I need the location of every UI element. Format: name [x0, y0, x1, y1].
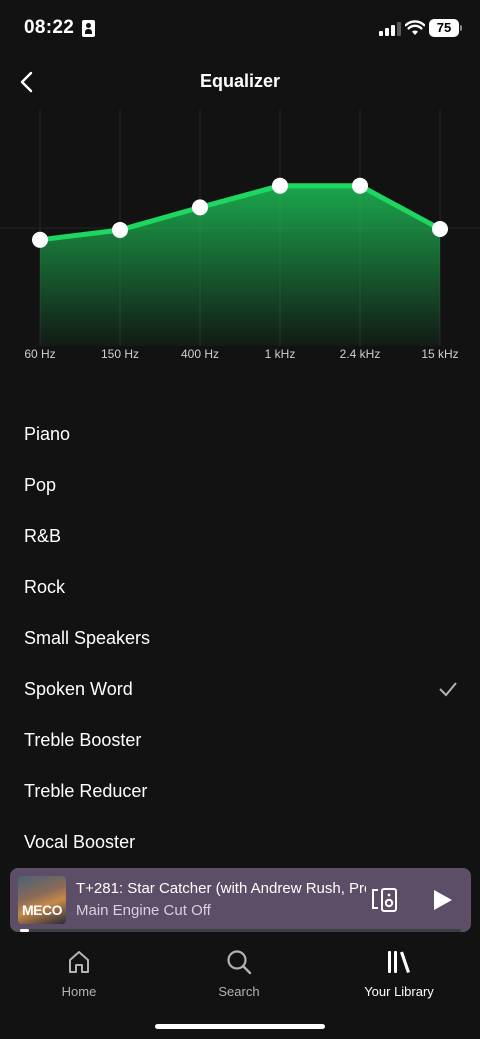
page-title: Equalizer: [199, 71, 281, 91]
tab-label: Home: [61, 984, 97, 999]
connect-device-button[interactable]: [370, 886, 400, 914]
eq-band-label: 150 Hz: [101, 347, 139, 361]
preset-label: R&B: [24, 526, 62, 546]
preset-item[interactable]: Rock: [0, 562, 480, 613]
preset-item[interactable]: Treble Reducer: [0, 766, 480, 817]
home-icon: [69, 951, 89, 973]
preset-label: Small Speakers: [24, 628, 151, 648]
album-art-text: MECO: [22, 902, 63, 918]
equalizer-chart[interactable]: 60 Hz 150 Hz 400 Hz 1 kHz 2.4 kHz 15 kHz: [0, 108, 480, 378]
play-button[interactable]: [430, 888, 454, 912]
eq-band-label: 1 kHz: [265, 347, 296, 361]
playback-progress-fill: [20, 929, 29, 932]
preset-label: Piano: [24, 424, 71, 444]
header: Equalizer: [0, 56, 480, 108]
checkmark-icon: [439, 682, 457, 697]
eq-band-label: 400 Hz: [181, 347, 219, 361]
tab-your-library[interactable]: Your Library: [339, 948, 459, 1008]
eq-band-handle[interactable]: [352, 177, 368, 194]
tab-label: Your Library: [364, 984, 434, 999]
library-icon: [388, 951, 410, 973]
preset-item[interactable]: Piano: [0, 409, 480, 460]
eq-band-label: 60 Hz: [24, 347, 55, 361]
play-icon: [434, 890, 452, 910]
eq-band-handle[interactable]: [272, 177, 288, 194]
speaker-device-icon: [372, 888, 397, 912]
equalizer-area: [40, 185, 440, 346]
eq-band-handle[interactable]: [192, 199, 208, 216]
battery-indicator: 75: [429, 19, 459, 37]
preset-item[interactable]: Small Speakers: [0, 613, 480, 664]
preset-label: Spoken Word: [24, 679, 133, 699]
preset-list: Piano Pop R&B Rock Small Speakers Spoken Word…: [0, 409, 480, 868]
eq-band-handle[interactable]: [112, 221, 128, 238]
preset-item[interactable]: Spoken Word: [0, 664, 480, 715]
home-indicator: [155, 1024, 325, 1029]
search-icon: [227, 950, 252, 975]
wifi-icon: [405, 20, 425, 35]
mini-player[interactable]: MECO T+281: Star Catcher (with Andrew Ru…: [10, 868, 471, 932]
signal-icon: [379, 22, 401, 36]
preset-label: Treble Reducer: [24, 781, 148, 801]
preset-label: Pop: [24, 475, 57, 495]
battery-nub: [460, 25, 462, 31]
album-art[interactable]: MECO: [18, 876, 66, 924]
track-title: T+281: Star Catcher (with Andrew Rush, P…: [76, 880, 366, 897]
playback-progress[interactable]: [20, 929, 461, 932]
preset-item[interactable]: Pop: [0, 460, 480, 511]
eq-band-handle[interactable]: [32, 231, 48, 248]
status-time: 08:22: [24, 17, 75, 38]
eq-band-label: 15 kHz: [421, 347, 458, 361]
preset-label: Treble Booster: [24, 730, 142, 750]
track-artist: Main Engine Cut Off: [76, 902, 211, 919]
tab-label: Search: [218, 984, 260, 999]
contact-card-icon: [82, 20, 95, 37]
preset-label: Vocal Booster: [24, 832, 136, 852]
eq-band-label: 2.4 kHz: [340, 347, 381, 361]
tab-search[interactable]: Search: [179, 948, 299, 1008]
status-bar: 08:22 75: [0, 0, 480, 56]
preset-item[interactable]: R&B: [0, 511, 480, 562]
tab-home[interactable]: Home: [19, 948, 139, 1008]
preset-label: Rock: [24, 577, 66, 597]
preset-item[interactable]: Vocal Booster: [0, 817, 480, 868]
eq-band-handle[interactable]: [432, 220, 448, 237]
preset-item[interactable]: Treble Booster: [0, 715, 480, 766]
